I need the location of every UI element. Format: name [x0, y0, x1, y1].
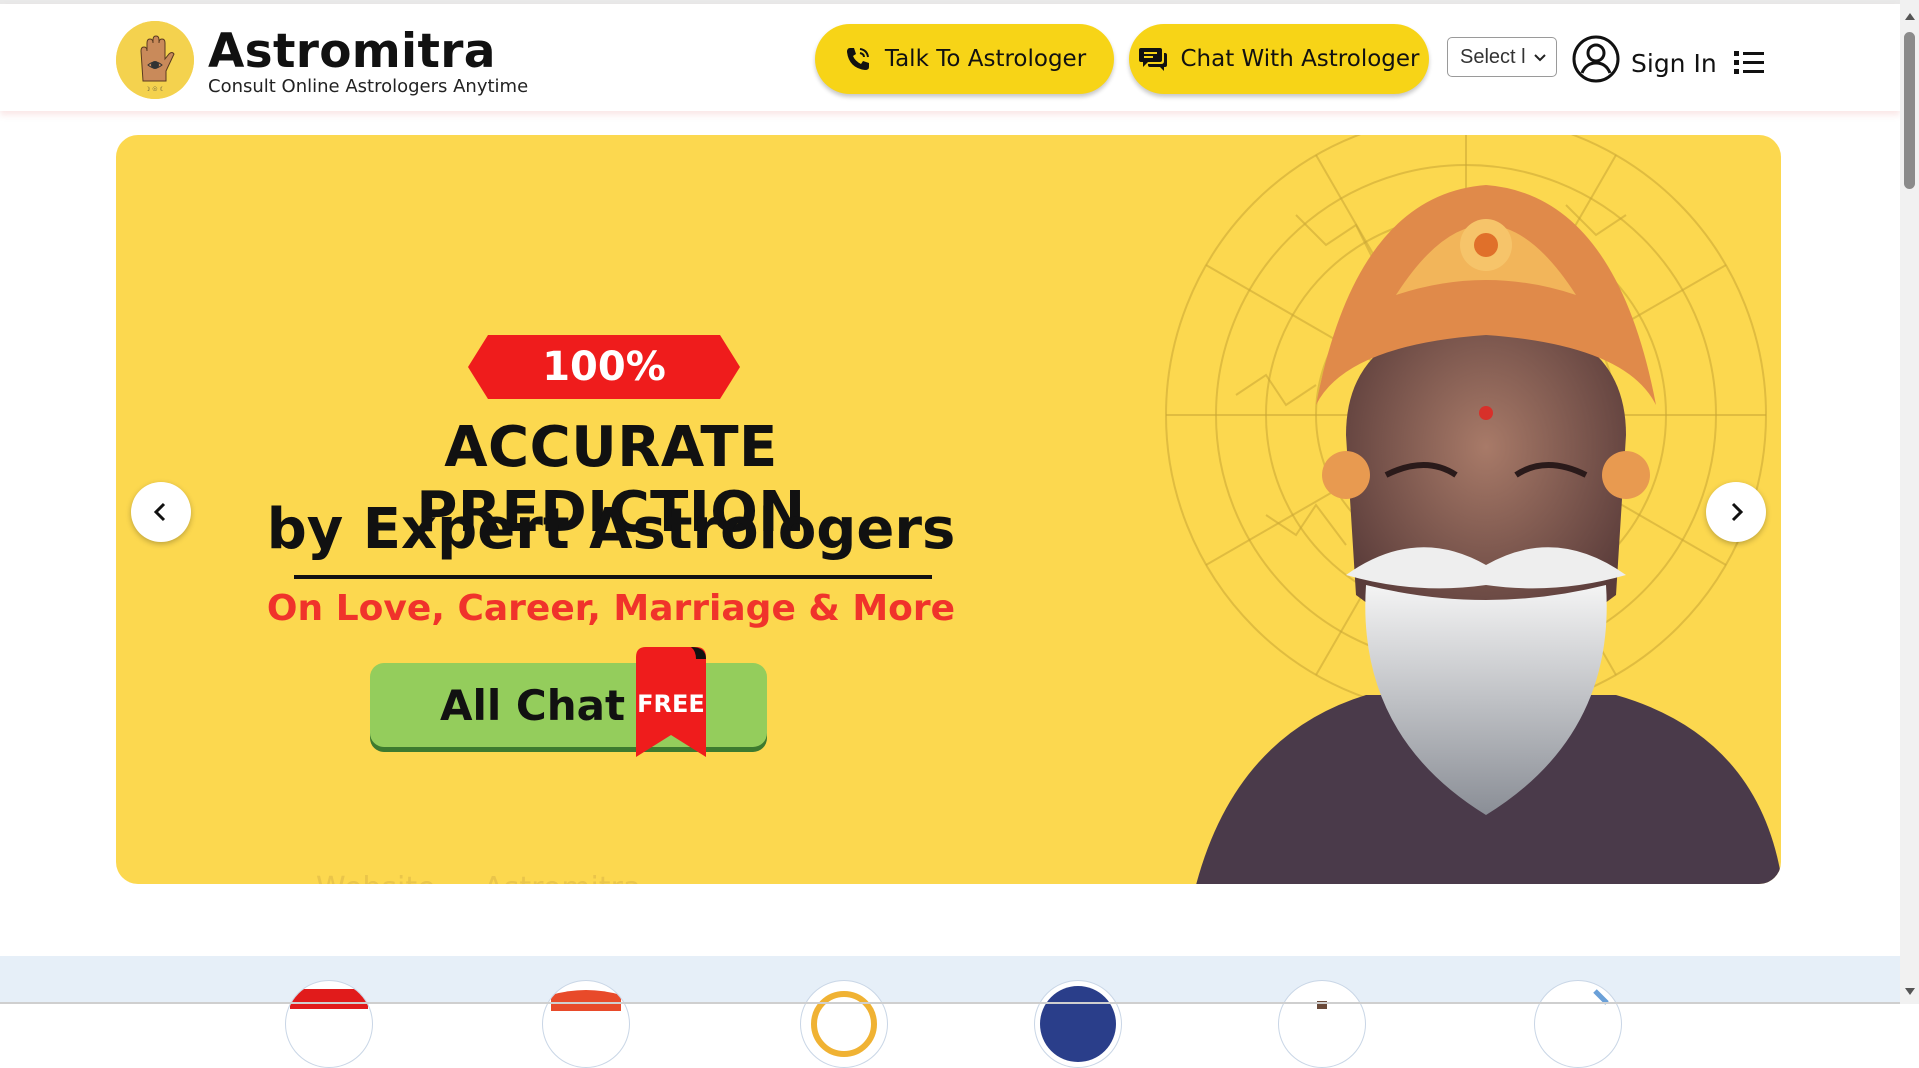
chat-bubble-icon — [1138, 44, 1168, 74]
carousel-next-button[interactable] — [1706, 482, 1766, 542]
category-icon-1[interactable] — [285, 980, 373, 1068]
banner-faint-text: Website ... Astromitra — [316, 871, 641, 884]
brand-tagline: Consult Online Astrologers Anytime — [208, 76, 529, 97]
category-icon-5[interactable] — [1278, 980, 1366, 1068]
list-menu-icon[interactable] — [1734, 50, 1764, 76]
carousel-prev-button[interactable] — [131, 482, 191, 542]
language-select-value: Select l — [1460, 45, 1526, 68]
user-circle-icon[interactable] — [1572, 35, 1620, 83]
category-icon-3[interactable] — [800, 980, 888, 1068]
chat-with-astrologer-button[interactable]: Chat With Astrologer — [1129, 24, 1429, 94]
scroll-down-icon[interactable] — [1903, 986, 1917, 998]
headline-line2: by Expert Astrologers — [266, 497, 956, 562]
category-strip — [0, 956, 1900, 1004]
percent-badge: 100% — [468, 335, 740, 399]
phone-icon — [843, 44, 873, 74]
svg-text:☽ ☉ ☾: ☽ ☉ ☾ — [145, 86, 165, 93]
free-ribbon-text: FREE — [637, 690, 705, 718]
site-header: ☽ ☉ ☾ Astromitra Consult Online Astrolog… — [0, 4, 1900, 111]
percent-badge-text: 100% — [542, 344, 666, 390]
all-chat-free-button[interactable]: All Chat — [370, 663, 767, 747]
hero-banner[interactable]: 100% ACCURATE PREDICTION by Expert Astro… — [116, 135, 1781, 884]
chat-button-label: Chat With Astrologer — [1180, 46, 1420, 72]
all-chat-label: All Chat — [440, 681, 626, 730]
category-icon-6[interactable] — [1534, 980, 1622, 1068]
chevron-down-icon — [1532, 48, 1548, 64]
headline-underline — [294, 575, 932, 579]
sign-in-link[interactable]: Sign In — [1631, 49, 1717, 78]
talk-button-label: Talk To Astrologer — [884, 46, 1087, 72]
category-icon-2[interactable] — [542, 980, 630, 1068]
category-icon-4[interactable] — [1034, 980, 1122, 1068]
scroll-up-icon[interactable] — [1903, 10, 1917, 22]
scrollbar-thumb[interactable] — [1904, 32, 1915, 189]
talk-to-astrologer-button[interactable]: Talk To Astrologer — [815, 24, 1114, 94]
brand-name[interactable]: Astromitra — [208, 24, 496, 79]
banner-subline: On Love, Career, Marriage & More — [266, 588, 956, 629]
palm-logo-icon[interactable]: ☽ ☉ ☾ — [116, 21, 194, 99]
sage-illustration — [1196, 185, 1781, 884]
chevron-left-icon — [153, 502, 166, 522]
chevron-right-icon — [1731, 502, 1744, 522]
language-select[interactable]: Select l — [1447, 37, 1557, 77]
